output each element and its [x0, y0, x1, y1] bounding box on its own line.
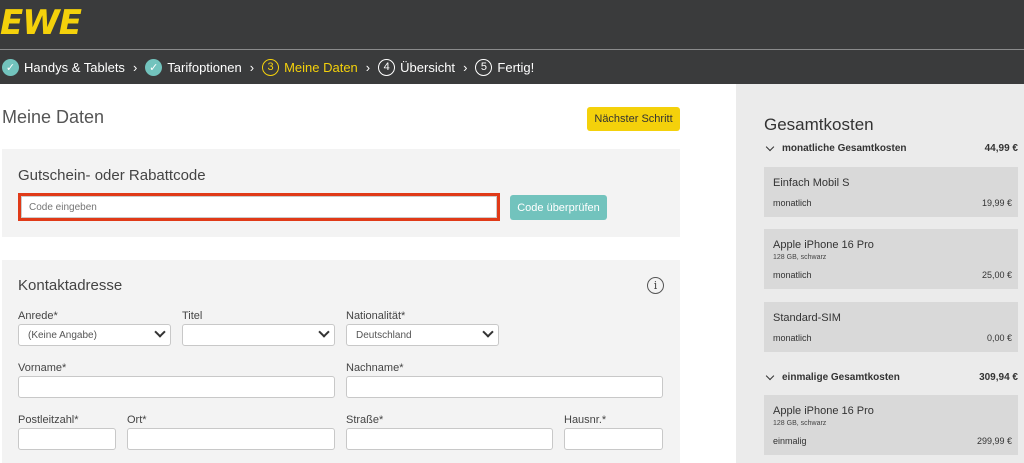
step-label: Meine Daten — [284, 59, 358, 75]
nationalitaet-select[interactable]: Deutschland — [346, 324, 499, 346]
step-label: Tarifoptionen — [167, 59, 242, 75]
step-fertig: 5 Fertig! — [475, 58, 535, 76]
anrede-label: Anrede* — [18, 310, 58, 322]
chevron-down-icon — [318, 326, 330, 338]
chevron-down-icon — [154, 326, 166, 338]
cost-item-detail: 128 GB, schwarz — [773, 420, 827, 427]
cost-item-price: 19,99 € — [981, 198, 1012, 208]
chevron-right-icon: › — [365, 59, 371, 75]
chevron-right-icon: › — [463, 59, 468, 75]
strasse-input[interactable] — [346, 428, 553, 450]
vorname-label: Vorname* — [18, 362, 67, 374]
cost-item-period: monatlich — [773, 333, 812, 343]
checkout-stepper: ✓ Handys & Tablets › ✓ Tarifoptionen › 3… — [0, 50, 1024, 84]
step-tarifoptionen[interactable]: ✓ Tarifoptionen — [145, 58, 242, 76]
chevron-down-icon — [765, 142, 775, 152]
chevron-down-icon — [482, 326, 494, 338]
once-total-toggle[interactable]: einmalige Gesamtkosten 309,94 € — [764, 371, 1018, 383]
nachname-label: Nachname* — [346, 362, 404, 374]
plz-label: Postleitzahl* — [18, 414, 79, 426]
step-number: 5 — [475, 58, 493, 76]
step-label: Übersicht — [400, 59, 456, 75]
step-handys-tablets[interactable]: ✓ Handys & Tablets — [2, 58, 125, 76]
hausnr-label: Hausnr.* — [564, 414, 607, 426]
cost-item: Einfach Mobil S monatlich 19,99 € — [764, 167, 1018, 217]
once-total-label: einmalige Gesamtkosten — [782, 372, 900, 383]
check-icon: ✓ — [145, 58, 163, 76]
nationalitaet-value: Deutschland — [356, 329, 412, 341]
titel-label: Titel — [182, 310, 203, 322]
contact-heading: Kontaktadresse — [18, 277, 123, 294]
cost-item-name: Apple iPhone 16 Pro — [773, 405, 874, 417]
sidebar-title: Gesamtkosten — [764, 115, 874, 134]
cost-item: Apple iPhone 16 Pro 128 GB, schwarz einm… — [764, 395, 1018, 455]
next-step-button[interactable]: Nächster Schritt — [587, 107, 680, 131]
cost-item-price: 0,00 € — [986, 333, 1012, 343]
strasse-label: Straße* — [346, 414, 384, 426]
ewe-logo[interactable]: EWE — [0, 3, 82, 43]
cost-item-name: Einfach Mobil S — [773, 177, 850, 189]
chevron-right-icon: › — [132, 59, 138, 75]
voucher-code-input[interactable] — [21, 196, 497, 218]
step-uebersicht: 4 Übersicht — [378, 58, 456, 76]
voucher-card: Gutschein- oder Rabattcode Code überprüf… — [2, 149, 680, 237]
ort-input[interactable] — [127, 428, 335, 450]
check-icon: ✓ — [2, 58, 19, 76]
contact-card: Kontaktadresse i Anrede* (Keine Angabe) … — [2, 260, 680, 463]
step-number: 4 — [378, 58, 396, 76]
cost-item: Standard-SIM monatlich 0,00 € — [764, 302, 1018, 352]
top-header: EWE — [0, 0, 1024, 50]
nationalitaet-label: Nationalität* — [346, 310, 406, 322]
ort-label: Ort* — [127, 414, 147, 426]
cost-item-price: 299,99 € — [976, 436, 1012, 446]
page-title: Meine Daten — [2, 107, 105, 127]
cost-item-name: Standard-SIM — [773, 312, 841, 324]
cost-item-price: 25,00 € — [981, 270, 1012, 280]
cost-item-detail: 128 GB, schwarz — [773, 254, 827, 261]
nachname-input[interactable] — [346, 376, 663, 398]
once-total-amount: 309,94 € — [979, 372, 1018, 383]
chevron-down-icon — [765, 371, 775, 381]
voucher-heading: Gutschein- oder Rabattcode — [18, 167, 206, 184]
info-icon[interactable]: i — [647, 277, 664, 294]
voucher-input-highlight — [18, 193, 500, 221]
step-meine-daten: 3 Meine Daten — [262, 58, 358, 76]
step-label: Fertig! — [497, 59, 535, 75]
anrede-select[interactable]: (Keine Angabe) — [18, 324, 171, 346]
chevron-right-icon: › — [249, 59, 255, 75]
anrede-value: (Keine Angabe) — [28, 329, 97, 341]
vorname-input[interactable] — [18, 376, 335, 398]
monthly-total-toggle[interactable]: monatliche Gesamtkosten 44,99 € — [764, 142, 1018, 154]
hausnr-input[interactable] — [564, 428, 663, 450]
monthly-total-amount: 44,99 € — [984, 143, 1018, 154]
step-label: Handys & Tablets — [24, 59, 125, 75]
cost-item-period: einmalig — [773, 436, 807, 446]
cost-item: Apple iPhone 16 Pro 128 GB, schwarz mona… — [764, 229, 1018, 289]
verify-code-button[interactable]: Code überprüfen — [510, 195, 607, 220]
monthly-total-label: monatliche Gesamtkosten — [782, 143, 907, 154]
titel-select[interactable] — [182, 324, 335, 346]
cost-item-period: monatlich — [773, 198, 812, 208]
step-number: 3 — [262, 58, 280, 76]
plz-input[interactable] — [18, 428, 116, 450]
cost-item-name: Apple iPhone 16 Pro — [773, 239, 874, 251]
cost-summary-sidebar: Gesamtkosten monatliche Gesamtkosten 44,… — [736, 84, 1024, 463]
cost-item-period: monatlich — [773, 270, 812, 280]
